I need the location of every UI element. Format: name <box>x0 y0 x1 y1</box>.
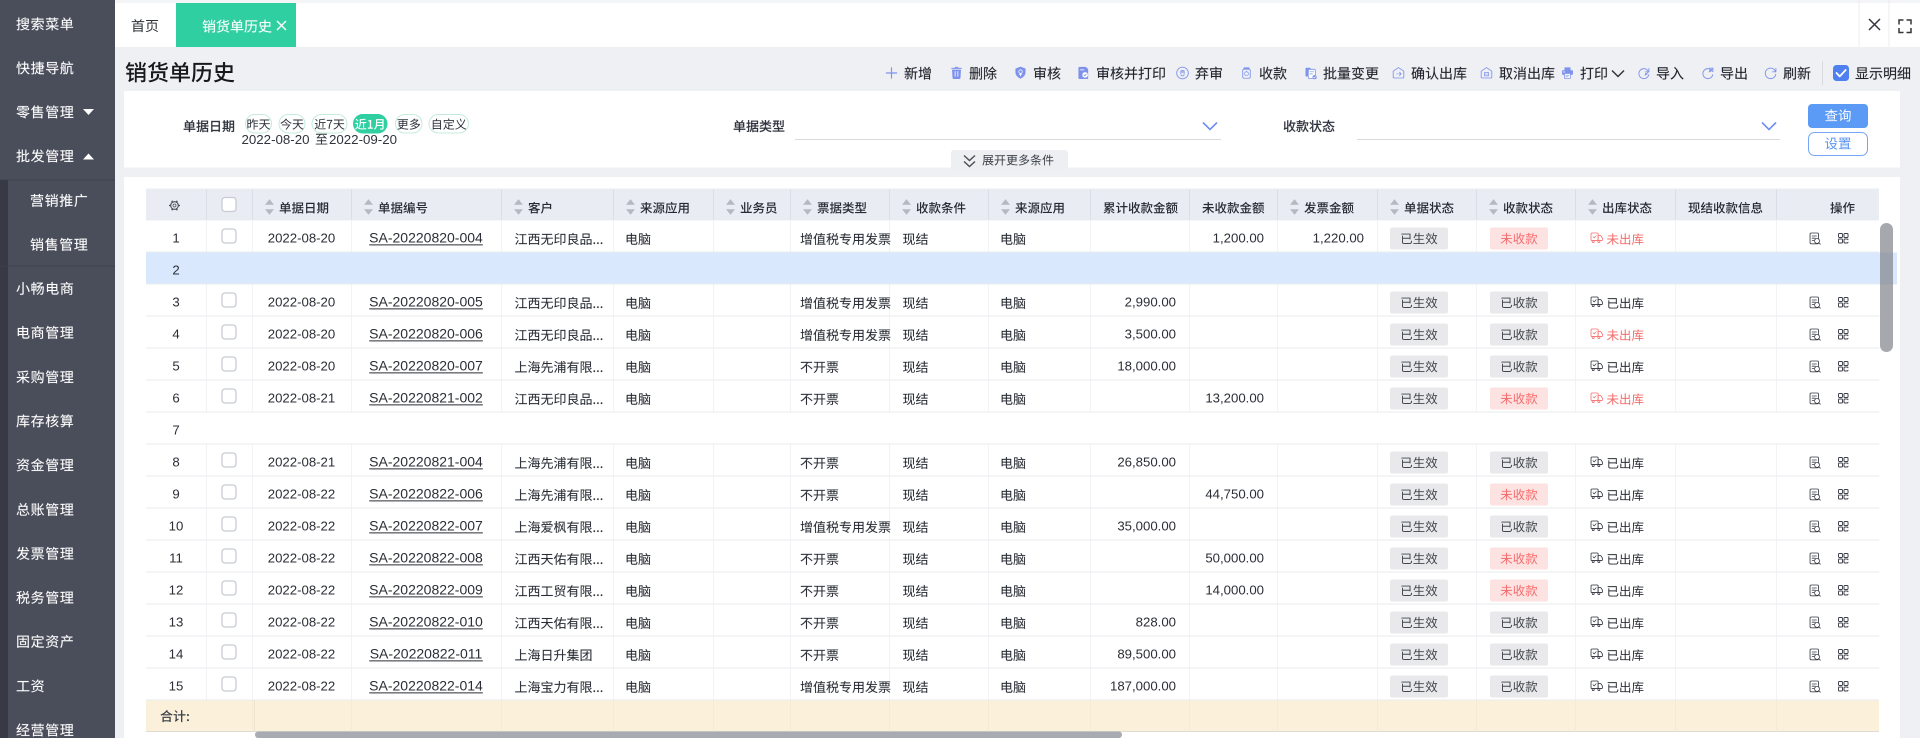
svg-text:10: 10 <box>169 519 184 534</box>
svg-text:26,850.00: 26,850.00 <box>1117 455 1176 470</box>
svg-text:2022-08-22: 2022-08-22 <box>268 615 335 630</box>
svg-text:3: 3 <box>172 295 179 310</box>
svg-text:4: 4 <box>172 327 179 342</box>
svg-text:2022-08-20: 2022-08-20 <box>268 295 335 310</box>
svg-text:2022-08-20: 2022-08-20 <box>268 231 335 246</box>
svg-text:14: 14 <box>169 647 184 662</box>
svg-text:35,000.00: 35,000.00 <box>1117 519 1176 534</box>
svg-text:SA-20220820-004: SA-20220820-004 <box>369 230 483 246</box>
svg-text:SA-20220820-005: SA-20220820-005 <box>369 294 483 310</box>
svg-text:3,500.00: 3,500.00 <box>1125 327 1176 342</box>
svg-text:18,000.00: 18,000.00 <box>1117 359 1176 374</box>
svg-text:1,220.00: 1,220.00 <box>1313 231 1364 246</box>
svg-text:2022-08-22: 2022-08-22 <box>268 551 335 566</box>
svg-text:6: 6 <box>172 391 179 406</box>
svg-text:2022-08-22: 2022-08-22 <box>268 583 335 598</box>
svg-text:SA-20220822-011: SA-20220822-011 <box>370 646 483 662</box>
svg-text:2: 2 <box>172 263 179 278</box>
svg-text:14,000.00: 14,000.00 <box>1205 583 1264 598</box>
svg-text:1,200.00: 1,200.00 <box>1213 231 1264 246</box>
svg-text:SA-20220820-007: SA-20220820-007 <box>369 358 483 374</box>
svg-text:5: 5 <box>172 359 179 374</box>
svg-text:2022-08-22: 2022-08-22 <box>268 487 335 502</box>
svg-text:SA-20220822-010: SA-20220822-010 <box>369 614 483 630</box>
svg-text:8: 8 <box>172 455 179 470</box>
svg-text:44,750.00: 44,750.00 <box>1205 487 1264 502</box>
svg-text:SA-20220821-004: SA-20220821-004 <box>369 454 483 470</box>
svg-text:SA-20220821-002: SA-20220821-002 <box>369 390 483 406</box>
svg-text:SA-20220822-009: SA-20220822-009 <box>369 582 483 598</box>
svg-text:SA-20220822-006: SA-20220822-006 <box>369 486 483 502</box>
svg-text:11: 11 <box>169 551 183 566</box>
svg-text:15: 15 <box>169 679 184 694</box>
svg-text:2022-08-22: 2022-08-22 <box>268 679 335 694</box>
svg-text:2022-09-20: 2022-09-20 <box>329 132 397 147</box>
svg-text:2022-08-20: 2022-08-20 <box>242 132 310 147</box>
svg-text:SA-20220822-008: SA-20220822-008 <box>369 550 483 566</box>
svg-text:2022-08-20: 2022-08-20 <box>268 327 335 342</box>
svg-text:SA-20220822-014: SA-20220822-014 <box>369 678 483 694</box>
svg-text:9: 9 <box>172 487 179 502</box>
svg-text:828.00: 828.00 <box>1136 615 1176 630</box>
svg-text:SA-20220820-006: SA-20220820-006 <box>369 326 483 342</box>
svg-text:13,200.00: 13,200.00 <box>1205 391 1264 406</box>
svg-text:2022-08-21: 2022-08-21 <box>268 391 335 406</box>
svg-text:2022-08-20: 2022-08-20 <box>268 359 335 374</box>
svg-text:89,500.00: 89,500.00 <box>1117 647 1176 662</box>
svg-text:12: 12 <box>169 583 184 598</box>
svg-text:187,000.00: 187,000.00 <box>1110 679 1176 694</box>
svg-text:7: 7 <box>172 423 179 438</box>
svg-text:2022-08-21: 2022-08-21 <box>268 455 335 470</box>
svg-text:1: 1 <box>172 231 179 246</box>
svg-text:2022-08-22: 2022-08-22 <box>268 519 335 534</box>
svg-text:2,990.00: 2,990.00 <box>1125 295 1176 310</box>
svg-text:50,000.00: 50,000.00 <box>1205 551 1264 566</box>
svg-text:13: 13 <box>169 615 184 630</box>
svg-text:SA-20220822-007: SA-20220822-007 <box>369 518 483 534</box>
svg-text:2022-08-22: 2022-08-22 <box>268 647 335 662</box>
